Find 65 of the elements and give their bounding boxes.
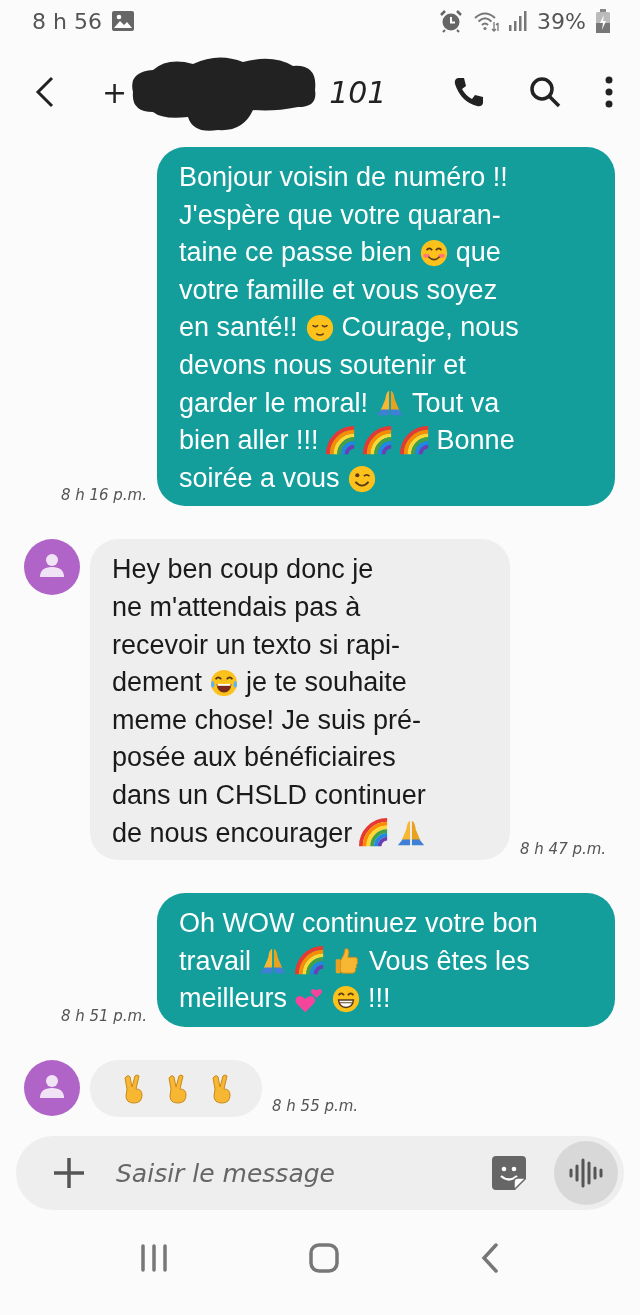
message-field[interactable]: Saisir le message [16,1136,624,1210]
laughing-face-icon [209,667,240,698]
home-icon [309,1242,339,1273]
message-text: je te souhaite [246,666,407,700]
back-icon [34,75,56,109]
message-text: garder le moral! [179,386,369,420]
message-text: J'espère que votre quaran- [179,198,501,232]
message-text: taine ce passe bien [179,236,412,270]
message-text: meme chose! Je suis pré- [112,703,422,737]
contact-title: 101 [329,74,387,110]
search-icon [528,75,562,109]
avatar-icon[interactable] [24,1059,80,1116]
message-text: en santé!! [179,311,298,345]
signal-icon [509,11,528,31]
message-time: 8 h 16 p.m. [60,486,147,505]
back-icon [479,1242,500,1273]
message-text: Courage, nous [341,311,519,345]
rainbow-icon [325,425,356,456]
message-text: Tout va [412,386,500,420]
message-input[interactable]: Saisir le message [116,1158,486,1188]
message-text: meilleurs [179,982,288,1016]
message-text: Bonjour voisin de numéro !! [179,161,508,194]
status-time: 8 h 56 [32,8,102,34]
wifi-icon [473,10,500,32]
avatar-icon[interactable] [24,539,80,596]
image-icon [111,11,134,31]
rainbow-icon [359,818,390,849]
contact-title: + [102,74,128,110]
voice-button[interactable] [554,1141,618,1205]
sound-wave-icon [568,1158,604,1188]
phone-icon [452,75,486,109]
message-text: ne m'attendais pas à [112,590,361,624]
message-text: bien aller !!! [179,424,319,458]
message-text: que [455,236,501,270]
message-text: votre famille et vous soyez [179,273,498,307]
rainbow-icon [399,425,430,456]
message-text: travail [179,944,252,978]
message-text: soirée a vous [179,461,340,495]
message-time: 8 h 55 p.m. [272,1097,359,1116]
battery-percent: 39% [537,8,586,34]
message-time: 8 h 51 p.m. [60,1006,147,1025]
message-time: 8 h 47 p.m. [520,840,607,859]
message-text: de nous encourager [112,816,353,850]
message-text: devons nous soutenir et [179,348,466,382]
message-text: !!! [368,982,391,1016]
rainbow-icon [295,946,326,977]
sticker-icon [492,1156,526,1190]
message-text: Vous êtes les [369,944,530,978]
message-text: Hey ben coup donc je [112,553,374,587]
menu-icon [604,76,614,108]
rainbow-icon [362,425,393,456]
message-text: Oh WOW continuez votre bon [179,907,538,941]
battery-icon [596,9,610,33]
grinning-face-icon [331,984,362,1015]
message-text: Bonne [436,424,515,458]
message-text: posée aux bénéficiaires [112,741,396,775]
recent-apps-icon [140,1243,169,1272]
add-icon [52,1156,86,1190]
alarm-icon [439,9,464,33]
message-text: dement [112,666,203,700]
smiling-face-icon [418,238,449,268]
message-text: dans un CHSLD continuer [112,778,426,812]
message-text: recevoir un texto si rapi- [112,628,401,662]
winking-face-icon [346,463,377,494]
relieved-face-icon [304,313,335,344]
